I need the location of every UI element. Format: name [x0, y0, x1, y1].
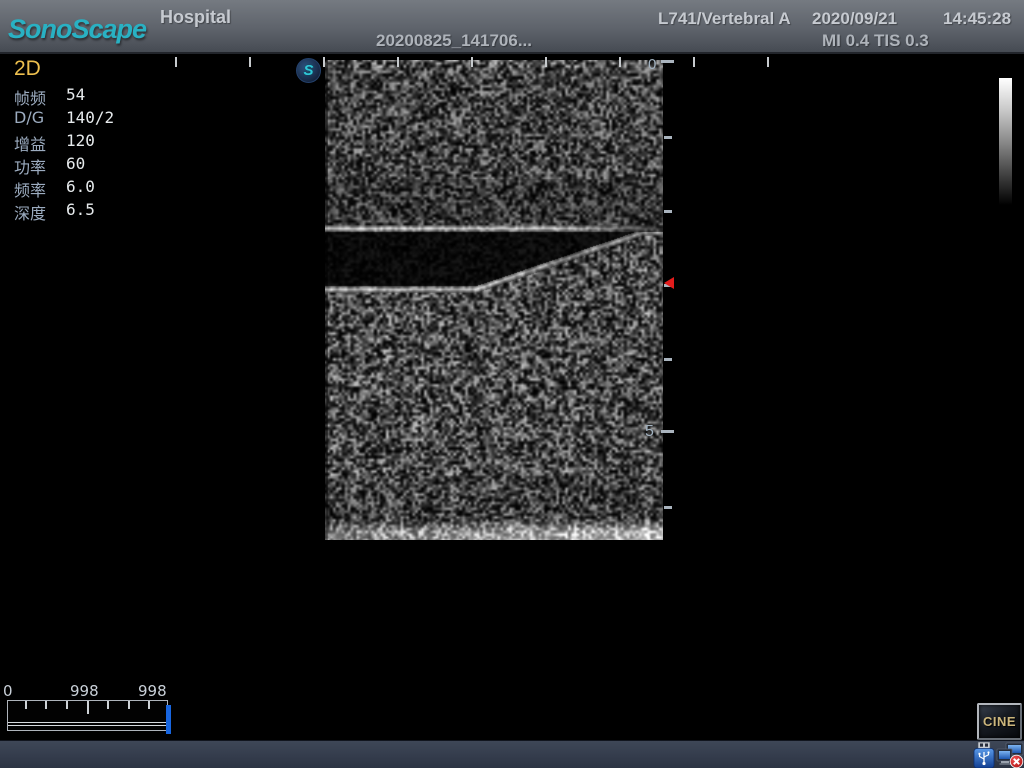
param-row-dg: D/G 140/2: [14, 108, 164, 131]
ultrasound-image[interactable]: [325, 60, 663, 540]
top-ruler-tick: [767, 57, 769, 67]
cine-start-frame: 0: [3, 682, 13, 700]
param-value: 60: [66, 154, 85, 173]
top-ruler-tick: [175, 57, 177, 67]
depth-ruler-tick: [664, 136, 672, 139]
param-value: 6.5: [66, 200, 95, 219]
depth-label-0: 0: [648, 56, 656, 73]
taskbar: [0, 740, 1024, 768]
network-disconnected-icon[interactable]: [996, 742, 1024, 768]
cine-ruler-tick: [45, 701, 47, 709]
cine-ruler-tick: [128, 701, 130, 709]
grayscale-bar: [999, 78, 1012, 205]
exam-id: 20200825_141706...: [376, 31, 532, 51]
sonoscape-logo: SonoScape: [8, 14, 146, 45]
hospital-name: Hospital: [160, 7, 231, 28]
orientation-logo-letter: S: [303, 62, 313, 79]
cine-ruler-tick: [25, 701, 27, 709]
depth-ruler-tick: [664, 210, 672, 213]
focus-position-marker[interactable]: [664, 277, 674, 289]
top-ruler-tick: [397, 57, 399, 67]
param-label: 频率: [14, 177, 46, 201]
param-label: 功率: [14, 154, 46, 178]
param-label: 深度: [14, 200, 46, 224]
param-row-frequency: 频率 6.0: [14, 177, 164, 200]
cine-bar-line: [8, 722, 167, 723]
top-ruler-tick: [323, 57, 325, 67]
depth-dash-5: [661, 430, 674, 433]
param-row-gain: 增益 120: [14, 131, 164, 154]
top-ruler-tick: [619, 57, 621, 67]
cine-bar-line: [8, 725, 167, 726]
system-date: 2020/09/21: [812, 9, 897, 29]
param-value: 54: [66, 85, 85, 104]
param-row-power: 功率 60: [14, 154, 164, 177]
usb-device-icon[interactable]: [973, 742, 995, 768]
depth-dash-0: [661, 60, 674, 63]
param-value: 140/2: [66, 108, 114, 127]
system-time: 14:45:28: [943, 9, 1011, 29]
param-row-depth: 深度 6.5: [14, 200, 164, 223]
top-ruler-tick: [545, 57, 547, 67]
cine-ruler-tick: [66, 701, 68, 709]
probe-orientation-marker: S: [296, 58, 321, 83]
depth-ruler-tick: [664, 506, 672, 509]
param-label: 帧频: [14, 85, 46, 109]
param-value: 120: [66, 131, 95, 150]
ultrasound-system-screen: SonoScape Hospital L741/Vertebral A 2020…: [0, 0, 1024, 768]
cine-total-frames: 998: [138, 682, 167, 700]
param-label: 增益: [14, 131, 46, 155]
mi-tis-readout: MI 0.4 TIS 0.3: [822, 31, 929, 51]
top-status-bar: SonoScape Hospital L741/Vertebral A 2020…: [0, 0, 1024, 54]
cine-button[interactable]: CINE: [977, 703, 1022, 740]
cine-ruler-tick: [87, 701, 89, 714]
param-label: D/G: [14, 108, 44, 127]
cine-ruler-tick: [148, 701, 150, 709]
cine-position-marker[interactable]: [166, 705, 171, 734]
top-ruler-tick: [471, 57, 473, 67]
depth-ruler-tick: [664, 358, 672, 361]
top-ruler-tick: [249, 57, 251, 67]
param-row-framerate: 帧频 54: [14, 85, 164, 108]
probe-preset: L741/Vertebral A: [658, 9, 791, 29]
top-ruler-tick: [693, 57, 695, 67]
param-value: 6.0: [66, 177, 95, 196]
mode-label-2d: 2D: [14, 57, 41, 81]
depth-label-5: 5: [645, 423, 654, 441]
cine-current-frame: 998: [70, 682, 99, 700]
cine-ruler-tick: [107, 701, 109, 709]
